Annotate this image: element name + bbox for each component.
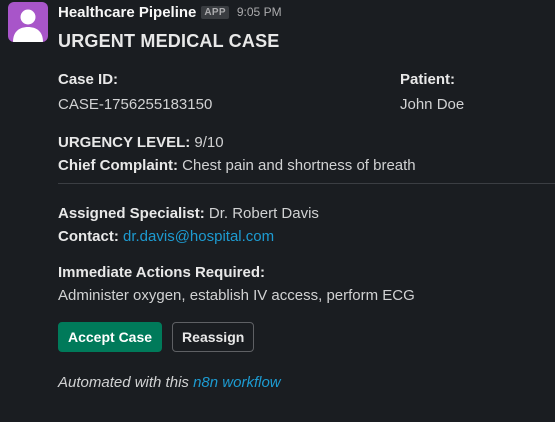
message-header: Healthcare Pipeline APP 9:05 PM xyxy=(58,1,555,23)
complaint-label: Chief Complaint: xyxy=(58,157,178,174)
app-badge: APP xyxy=(201,5,229,19)
complaint-line: Chief Complaint: Chest pain and shortnes… xyxy=(58,154,555,177)
specialist-line: Assigned Specialist: Dr. Robert Davis xyxy=(58,202,555,225)
user-avatar-icon[interactable] xyxy=(8,2,48,42)
footer-note: Automated with this n8n workflow xyxy=(58,374,555,391)
case-id-label: Case ID: xyxy=(58,71,119,88)
accept-case-button[interactable]: Accept Case xyxy=(58,322,163,352)
n8n-workflow-link[interactable]: n8n workflow xyxy=(193,374,281,391)
urgency-line: URGENCY LEVEL: 9/10 xyxy=(58,131,555,154)
slack-message: Healthcare Pipeline APP 9:05 PM URGENT M… xyxy=(0,0,555,422)
specialist-value: Dr. Robert Davis xyxy=(204,205,319,222)
actions-value: Administer oxygen, establish IV access, … xyxy=(58,287,415,304)
divider xyxy=(58,183,555,184)
specialist-block: Assigned Specialist: Dr. Robert Davis Co… xyxy=(58,202,555,248)
contact-line: Contact: dr.davis@hospital.com xyxy=(58,225,555,248)
message-title: URGENT MEDICAL CASE xyxy=(58,31,280,51)
action-buttons: Accept Case Reassign xyxy=(58,322,555,352)
message-content: Healthcare Pipeline APP 9:05 PM URGENT M… xyxy=(58,0,555,391)
reassign-button[interactable]: Reassign xyxy=(172,322,255,352)
sender-name[interactable]: Healthcare Pipeline xyxy=(58,4,196,21)
case-id-field: Case ID: CASE-1756255183150 xyxy=(58,70,212,115)
urgency-block: URGENCY LEVEL: 9/10 Chief Complaint: Che… xyxy=(58,131,555,177)
complaint-value: Chest pain and shortness of breath xyxy=(178,157,416,174)
patient-value: John Doe xyxy=(400,96,465,113)
case-id-value: CASE-1756255183150 xyxy=(58,96,213,113)
urgency-label: URGENCY LEVEL: xyxy=(58,134,191,151)
patient-field: Patient: John Doe xyxy=(400,70,464,115)
contact-email-link[interactable]: dr.davis@hospital.com xyxy=(123,228,274,245)
patient-label: Patient: xyxy=(400,71,456,88)
contact-label: Contact: xyxy=(58,228,119,245)
case-fields: Case ID: CASE-1756255183150 Patient: Joh… xyxy=(58,70,555,118)
footer-prefix: Automated with this xyxy=(58,374,194,391)
urgency-value: 9/10 xyxy=(190,134,224,151)
actions-label-line: Immediate Actions Required: xyxy=(58,261,555,284)
actions-label: Immediate Actions Required: xyxy=(58,264,265,281)
specialist-label: Assigned Specialist: xyxy=(58,205,205,222)
timestamp[interactable]: 9:05 PM xyxy=(237,5,282,19)
actions-block: Immediate Actions Required: Administer o… xyxy=(58,261,555,307)
